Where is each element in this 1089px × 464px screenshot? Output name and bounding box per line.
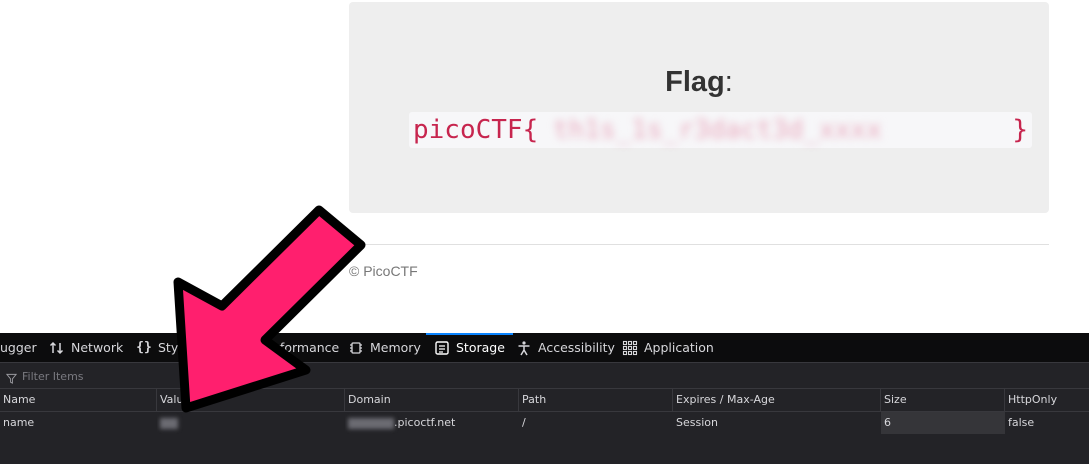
cell-value: [157, 412, 345, 434]
table-row[interactable]: name .picoctf.net / Session 6 false: [0, 412, 1089, 434]
redacted-subdomain: [348, 417, 394, 429]
filter-bar: [0, 363, 1089, 389]
network-arrows-icon: [49, 340, 65, 356]
braces-icon: {}: [136, 340, 152, 355]
cell-domain: .picoctf.net: [345, 412, 519, 434]
flag-heading: Flag:: [349, 66, 1049, 99]
cell-httponly: false: [1008, 416, 1035, 429]
tab-performance-label: Performance: [260, 340, 340, 355]
flag-value: picoCTF{ th1s_1s_r3dact3d_xxxx }: [409, 112, 1032, 148]
tab-network-label: Network: [71, 340, 124, 355]
accessibility-icon: [516, 340, 532, 356]
memory-chip-icon: [348, 340, 364, 356]
tab-network[interactable]: Network: [49, 333, 123, 362]
tab-application[interactable]: Application: [622, 333, 714, 362]
tab-memory-label: Memory: [370, 340, 421, 355]
column-header-httponly[interactable]: HttpOnly: [1005, 389, 1089, 411]
performance-icon: [246, 340, 254, 356]
cell-path: /: [522, 416, 526, 429]
column-header-domain[interactable]: Domain: [345, 389, 519, 411]
flag-redacted-body: th1s_1s_r3dact3d_xxxx: [553, 115, 882, 145]
flag-suffix: }: [1012, 115, 1028, 145]
column-header-name[interactable]: Name: [0, 389, 157, 411]
flag-colon: :: [724, 66, 733, 98]
cell-name: name: [3, 416, 35, 429]
tab-performance[interactable]: Performance: [246, 333, 339, 362]
cell-domain-text: .picoctf.net: [394, 416, 456, 429]
cookies-table-header: Name Valu Domain Path Expires / Max-Age …: [0, 389, 1089, 412]
flag-label: Flag: [665, 66, 725, 98]
application-grid-icon: [622, 340, 638, 356]
footer-divider: [349, 244, 1049, 245]
tab-style-editor[interactable]: {} Sty: [136, 333, 178, 362]
column-header-expires[interactable]: Expires / Max-Age: [673, 389, 881, 411]
tab-accessibility[interactable]: Accessibility: [516, 333, 615, 362]
tab-accessibility-label: Accessibility: [538, 340, 615, 355]
tab-application-label: Application: [644, 340, 714, 355]
filter-funnel-icon: [5, 369, 18, 388]
filter-items-input[interactable]: [20, 366, 424, 386]
tab-storage[interactable]: Storage: [426, 333, 513, 362]
flag-prefix: picoCTF{: [413, 115, 539, 145]
tab-debugger[interactable]: ugger: [0, 333, 37, 362]
tab-memory[interactable]: Memory: [348, 333, 421, 362]
column-header-value[interactable]: Valu: [157, 389, 345, 411]
column-header-size[interactable]: Size: [881, 389, 1005, 411]
flag-card: Flag: picoCTF{ th1s_1s_r3dact3d_xxxx }: [349, 2, 1049, 213]
tab-storage-label: Storage: [456, 340, 505, 355]
devtools-tabbar: ugger Network {} Sty Performance Memory: [0, 333, 1089, 363]
devtools-panel: ugger Network {} Sty Performance Memory: [0, 333, 1089, 464]
tab-debugger-label: ugger: [0, 340, 37, 355]
cell-size: 6: [881, 412, 1005, 434]
tab-style-editor-label: Sty: [158, 340, 179, 355]
footer-copyright: © PicoCTF: [349, 263, 418, 279]
cell-expires: Session: [676, 416, 718, 429]
column-header-path[interactable]: Path: [519, 389, 673, 411]
storage-icon: [434, 340, 450, 356]
redacted-value: [160, 417, 178, 429]
